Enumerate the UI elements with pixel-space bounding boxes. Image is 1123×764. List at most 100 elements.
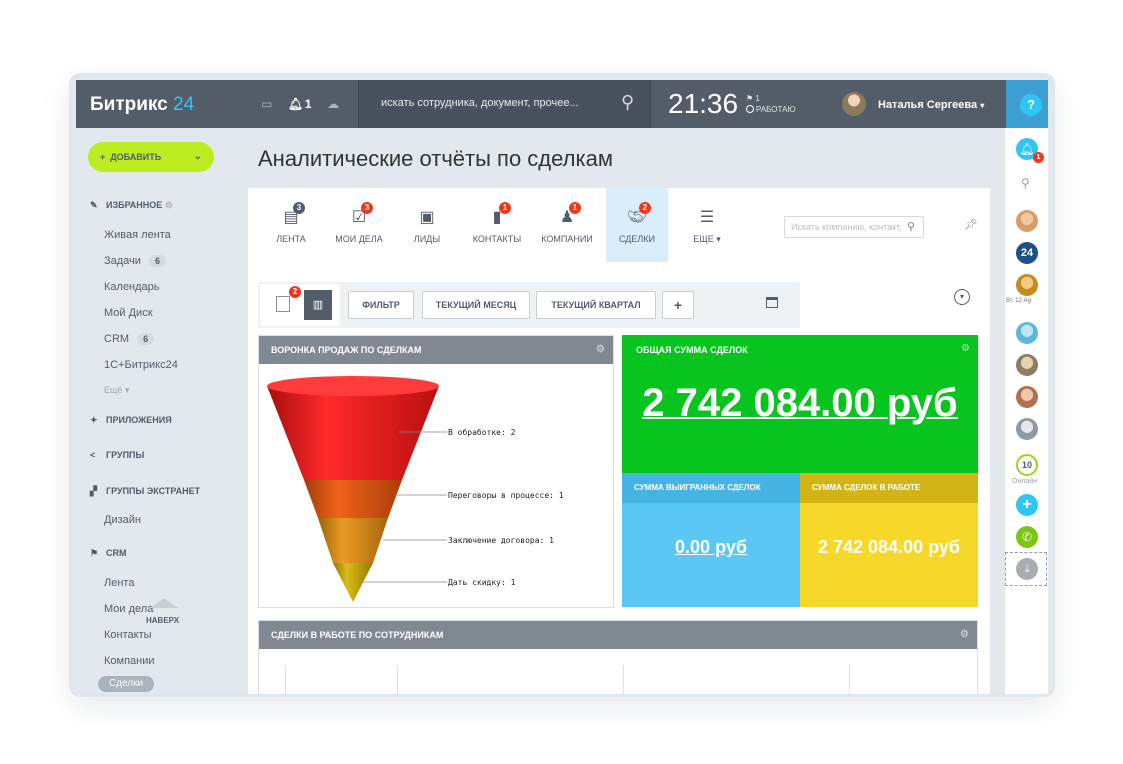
companies-icon: ♟ 1 [557, 202, 581, 228]
download-icon[interactable]: ⤓ [1016, 558, 1038, 580]
sidebar-item-deals[interactable]: Сделки [98, 676, 154, 692]
tab-leads[interactable]: ▣ ЛИДЫ [396, 188, 458, 262]
sidebar-item-tasks[interactable]: Задачи 6 [104, 255, 166, 267]
sidebar-item-label: Контакты [104, 629, 152, 641]
tab-badge: 3 [361, 202, 373, 214]
favorites-section[interactable]: ✎ ИЗБРАННОЕ ⚙ [90, 200, 173, 211]
current-month-button[interactable]: ТЕКУЩИЙ МЕСЯЦ [422, 291, 530, 319]
bell-icon[interactable]: 🔔︎ [288, 97, 303, 111]
sidebar-item-companies[interactable]: Компании [104, 655, 155, 667]
sidebar-item-1c[interactable]: 1С+Битрикс24 [104, 359, 178, 371]
up-arrow-icon[interactable] [150, 598, 178, 608]
sidebar-item-my-tasks[interactable]: Мои дела [104, 603, 153, 615]
sidebar-item-crm-feed[interactable]: Лента [104, 577, 134, 589]
tab-badge: 1 [499, 202, 511, 214]
chevron-down-icon: ⌄ [193, 151, 202, 162]
list-view-icon[interactable] [276, 296, 290, 312]
search-icon[interactable]: ⚲ [1021, 176, 1030, 190]
crm-search-input[interactable]: Искать компанию, контакт, ⚲ [784, 216, 924, 238]
groups-section[interactable]: < ГРУППЫ [90, 450, 144, 460]
notification-badge: 1 [1033, 152, 1044, 163]
online-label: Онлайн [1012, 478, 1038, 485]
user-avatar[interactable] [842, 92, 866, 116]
app-window: Битрикс 24 ▭ 🔔︎ 1 ☁ искать сотрудника, до… [72, 76, 1052, 694]
crm-label: CRM [106, 548, 127, 558]
add-chat-icon[interactable]: + [1016, 494, 1038, 516]
sidebar-item-feed[interactable]: Живая лента [104, 229, 171, 241]
window-icon[interactable] [766, 297, 778, 308]
avatar[interactable] [1016, 210, 1038, 232]
b24-icon[interactable]: 24 [1016, 242, 1038, 264]
list-icon: ☰ [699, 209, 715, 226]
funnel-top-ellipse [267, 376, 439, 396]
search-icon[interactable]: ⚲ [621, 92, 634, 113]
tab-contacts[interactable]: ▮ 1 КОНТАКТЫ [466, 188, 528, 262]
funnel-stage-3 [318, 518, 388, 563]
card-title: ОБЩАЯ СУММА СДЕЛОК [636, 345, 748, 355]
gear-icon[interactable]: ⚙ [596, 336, 605, 364]
tab-companies[interactable]: ♟ 1 КОМПАНИИ [536, 188, 598, 262]
avatar[interactable] [1016, 418, 1038, 440]
pin-icon[interactable]: 📌︎ [964, 218, 978, 231]
funnel-stage-4 [333, 563, 373, 602]
extranet-label: ГРУППЫ ЭКСТРАНЕТ [106, 486, 201, 496]
clock[interactable]: 21:36 [668, 88, 738, 120]
crm-section[interactable]: ⚑ CRM [90, 548, 127, 559]
search-input[interactable]: искать сотрудника, документ, прочее... [381, 97, 579, 109]
sidebar-item-crm[interactable]: CRM 6 [104, 333, 155, 345]
won-sum-value[interactable]: 0.00 руб [622, 537, 800, 558]
won-sum-card: СУММА ВЫИГРАННЫХ СДЕЛОК 0.00 руб [622, 473, 800, 607]
total-sum-value[interactable]: 2 742 084.00 руб [622, 381, 978, 426]
sidebar-more[interactable]: Ещё ▾ [104, 385, 129, 396]
card-title: СУММА СДЕЛОК В РАБОТЕ [800, 473, 978, 503]
user-menu[interactable]: Наталья Сергеева ▾ [878, 99, 984, 111]
phone-icon[interactable]: ✆ [1016, 526, 1038, 548]
card-title: СУММА ВЫИГРАННЫХ СДЕЛОК [622, 473, 800, 503]
tab-label: КОНТАКТЫ [472, 234, 522, 244]
sidebar-item-label: CRM [104, 333, 130, 345]
global-search[interactable]: искать сотрудника, документ, прочее... ⚲ [358, 80, 651, 128]
count-badge: 6 [148, 255, 166, 267]
inwork-sum-value: 2 742 084.00 руб [818, 537, 960, 557]
online-counter[interactable]: 10 [1016, 454, 1038, 476]
sidebar-item-disk[interactable]: Мой Диск [104, 307, 153, 319]
tab-label: ЛЕНТА [276, 234, 306, 244]
help-button[interactable]: ? [1020, 94, 1042, 116]
funnel-label-1: В обработке: 2 [448, 427, 516, 437]
gear-icon[interactable]: ⚙ [960, 621, 969, 649]
scroll-up-button[interactable]: НАВЕРХ [146, 616, 179, 625]
widget-header: ВОРОНКА ПРОДАЖ ПО СДЕЛКАМ ⚙ [259, 336, 613, 364]
search-icon[interactable]: ⚲ [907, 217, 915, 237]
apps-icon: ✦ [90, 415, 98, 425]
collapse-icon[interactable]: ▾ [954, 289, 970, 305]
current-quarter-button[interactable]: ТЕКУЩИЙ КВАРТАЛ [536, 291, 656, 319]
sidebar-item-label: Мой Диск [104, 307, 153, 319]
sidebar-item-design[interactable]: Дизайн [104, 514, 141, 526]
avatar[interactable] [1016, 274, 1038, 296]
cloud-icon[interactable]: ☁ [327, 97, 339, 111]
contacts-icon: ▮ 1 [487, 202, 511, 228]
work-status[interactable]: ⚑ 1 РАБОТАЮ [746, 93, 796, 115]
avatar[interactable] [1016, 354, 1038, 376]
tasks-icon: ☑ 3 [349, 202, 373, 228]
date-label: Вт, 12 Ag [1006, 298, 1031, 304]
sidebar-item-calendar[interactable]: Календарь [104, 281, 160, 293]
sidebar-item-contacts[interactable]: Контакты [104, 629, 152, 641]
avatar[interactable] [1016, 386, 1038, 408]
add-button[interactable]: + ДОБАВИТЬ ⌄ [88, 142, 214, 172]
avatar[interactable] [1016, 322, 1038, 344]
gear-icon[interactable]: ⚙ [165, 200, 173, 210]
chat-icon[interactable]: ▭ [261, 97, 272, 111]
extranet-section[interactable]: ▞ ГРУППЫ ЭКСТРАНЕТ [90, 486, 200, 497]
add-filter-button[interactable]: + [662, 291, 694, 319]
chart-view-icon[interactable]: ▥ [304, 290, 332, 320]
gear-icon[interactable]: ⚙ [961, 343, 970, 354]
tab-feed[interactable]: ▤ 3 ЛЕНТА [260, 188, 322, 262]
tab-my-tasks[interactable]: ☑ 3 МОИ ДЕЛА [328, 188, 390, 262]
apps-section[interactable]: ✦ ПРИЛОЖЕНИЯ [90, 415, 172, 426]
filter-button[interactable]: ФИЛЬТР [348, 291, 414, 319]
tab-more[interactable]: ☰ ЕЩЕ ▾ [676, 188, 738, 262]
sitemap-icon: ▞ [90, 486, 97, 496]
tab-deals[interactable]: 🤝︎ 2 СДЕЛКИ [606, 188, 668, 262]
logo[interactable]: Битрикс 24 [90, 94, 194, 116]
